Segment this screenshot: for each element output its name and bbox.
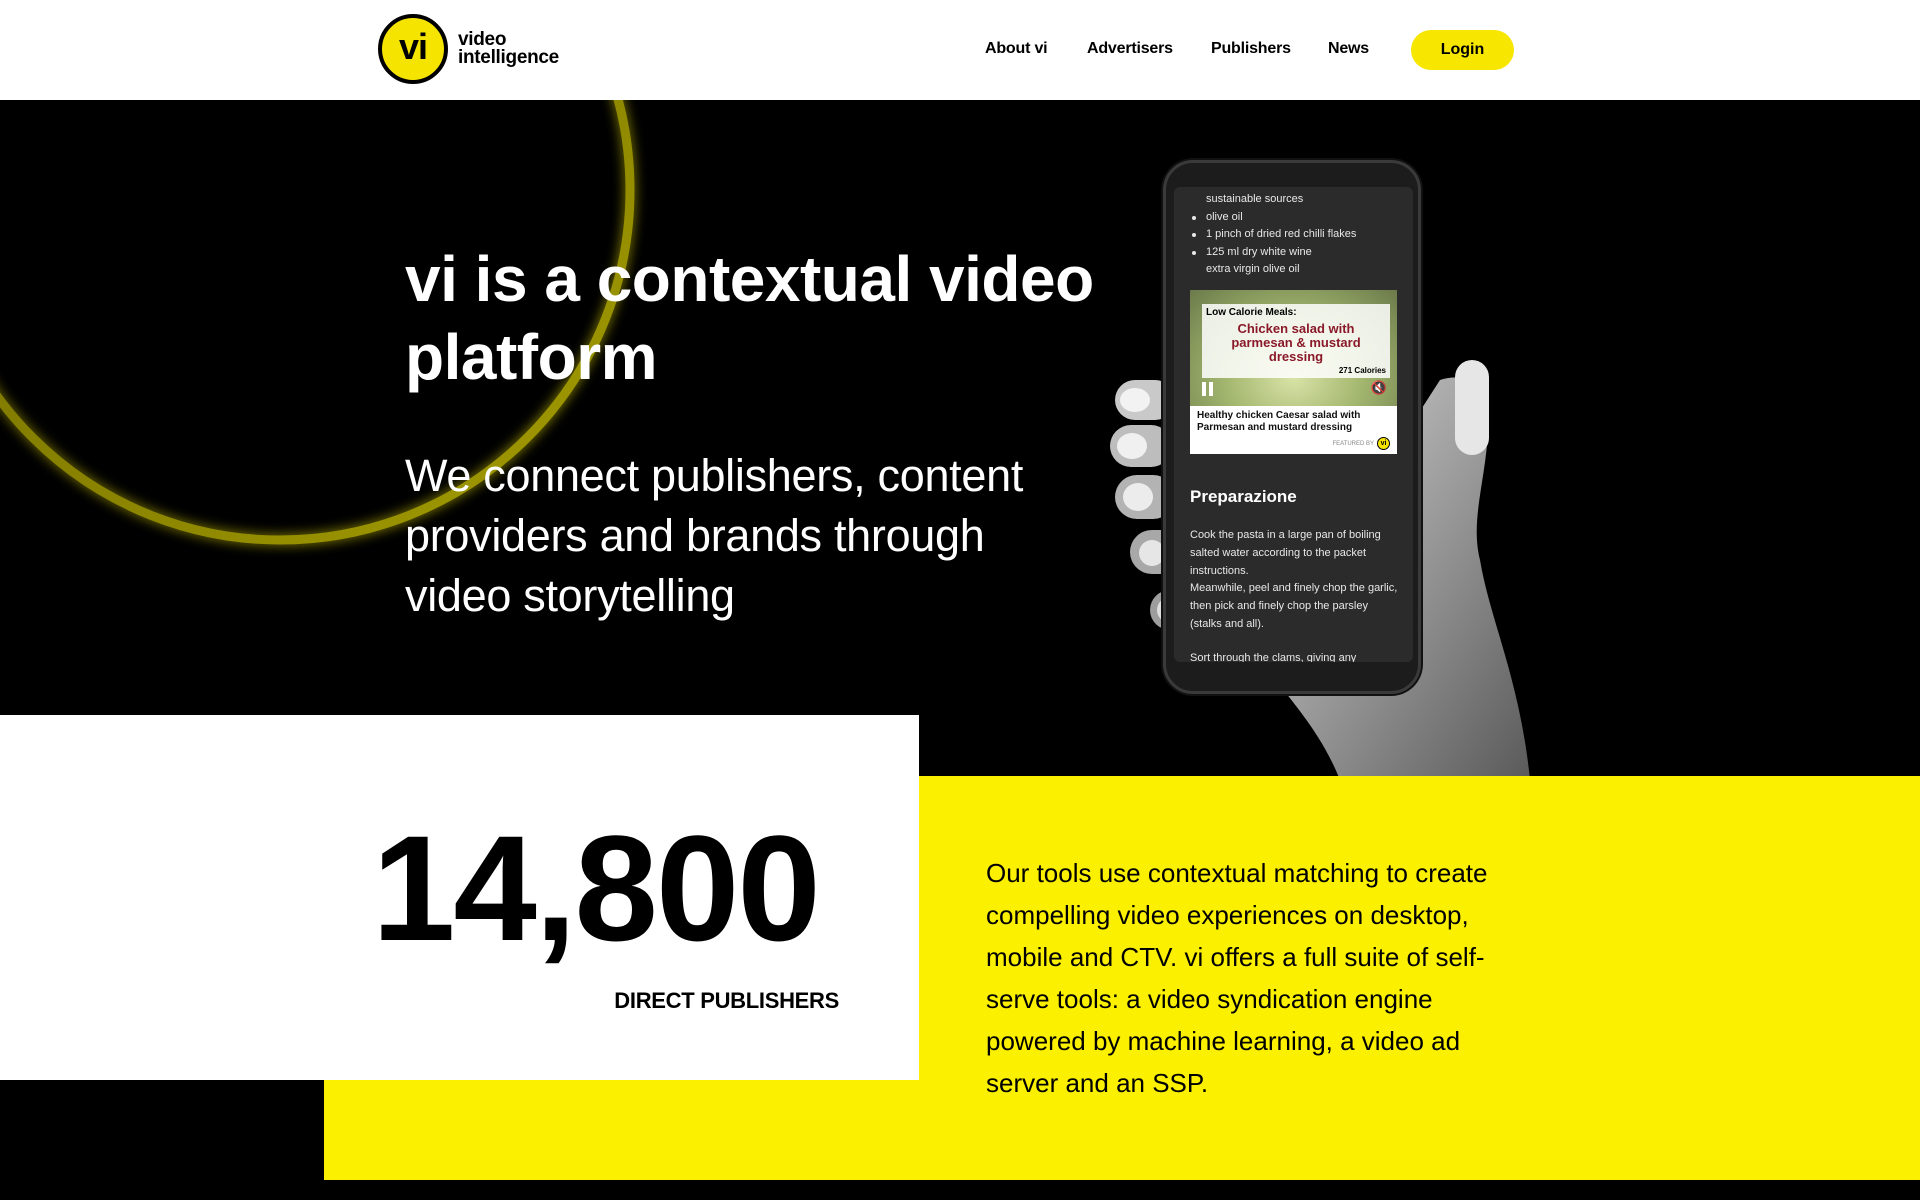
logo-mark: vi [378,14,448,84]
section-paragraph: Meanwhile, peel and finely chop the garl… [1190,582,1398,630]
section-title: Preparazione [1190,487,1297,506]
video-overlay: Low Calorie Meals: Chicken salad with pa… [1202,304,1390,378]
video-calories: 271 Calories [1338,366,1386,375]
section-paragraph: Sort through the clams, giving any [1190,651,1357,662]
nav-news[interactable]: News [1328,40,1369,58]
video-ad-card[interactable]: Low Calorie Meals: Chicken salad with pa… [1190,290,1397,454]
nav-publishers[interactable]: Publishers [1211,40,1291,58]
site-header: vi video intelligence About vi Advertise… [0,0,1920,100]
hero-title: vi is a contextual video platform [405,243,1094,393]
vi-mini-logo-icon: vi [1377,437,1390,450]
video-kicker: Low Calorie Meals: [1206,307,1297,318]
ingredient-item: 125 ml dry white wine [1192,244,1413,262]
publisher-count-label: DIRECT PUBLISHERS [614,988,839,1013]
publisher-count: 14,800 [372,804,821,972]
featured-by-label: FEATURED BY [1332,440,1374,447]
logo-wordmark: video intelligence [458,30,559,68]
mute-icon[interactable]: 🔇 [1371,380,1387,396]
section-paragraph: Cook the pasta in a large pan of boiling… [1190,529,1381,577]
footer-strip [0,1180,1920,1200]
featured-by: FEATURED BY vi [1332,437,1390,450]
ingredient-list: sustainable sources olive oil 1 pinch of… [1174,187,1413,279]
phone-screen: sustainable sources olive oil 1 pinch of… [1174,187,1413,662]
pause-icon[interactable] [1202,382,1214,396]
section-text: Cook the pasta in a large pan of boiling… [1190,527,1400,662]
login-button[interactable]: Login [1411,30,1514,70]
ingredient-item: sustainable sources [1206,193,1304,205]
hero-section: vi is a contextual video platform We con… [0,100,1920,780]
ingredient-item: extra virgin olive oil [1206,263,1300,275]
video-headline: Chicken salad with parmesan & mustard dr… [1231,321,1361,364]
nav-about[interactable]: About vi [985,40,1048,58]
brand-logo[interactable]: vi video intelligence [378,14,559,84]
platform-description: Our tools use contextual matching to cre… [986,858,1488,1098]
logo-line-2: intelligence [458,47,559,68]
nav-advertisers[interactable]: Advertisers [1087,40,1173,58]
ingredient-item: olive oil [1192,209,1413,227]
video-caption: Healthy chicken Caesar salad with Parmes… [1197,410,1361,433]
logo-mark-text: vi [398,26,428,67]
hero-subtitle: We connect publishers, content providers… [405,450,1024,621]
ingredient-item: 1 pinch of dried red chilli flakes [1192,226,1413,244]
